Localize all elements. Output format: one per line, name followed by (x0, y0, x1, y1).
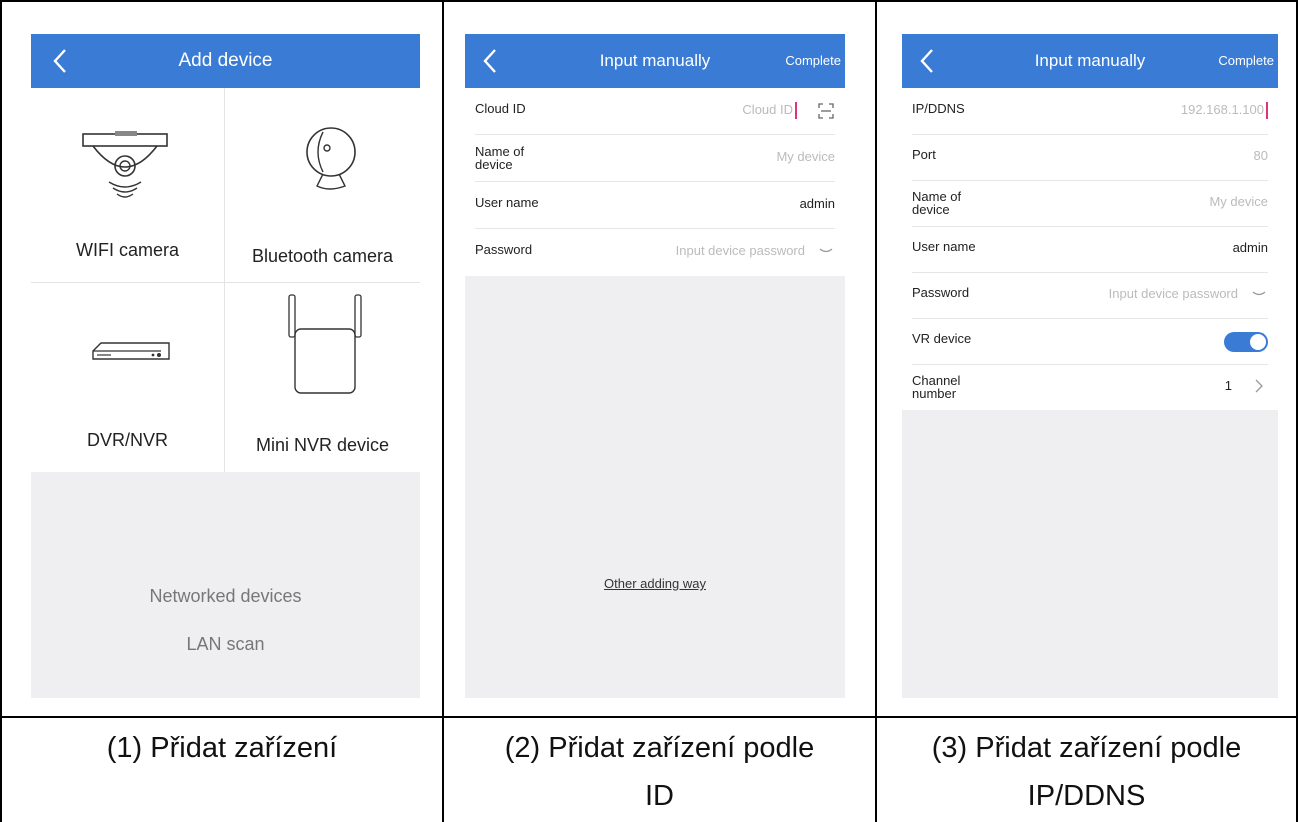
page-title: Add device (178, 50, 273, 71)
device-type-grid: WIFI camera Bluetooth camera DVR/NVR Min… (31, 88, 420, 472)
wifi-camera-icon (82, 131, 168, 198)
chevron-right-icon (1255, 379, 1263, 393)
row-vr-device: VR device (912, 318, 1268, 365)
grid-border-top (0, 0, 1298, 2)
row-channel-number[interactable]: Channel number 1 (912, 364, 1268, 411)
tile-dvr-nvr[interactable]: DVR/NVR (31, 283, 224, 472)
bluetooth-camera-icon (306, 127, 356, 190)
caption-3: (3) Přidat zařízení podle IP/DDNS (877, 724, 1296, 820)
tile-wifi-camera[interactable]: WIFI camera (31, 88, 224, 282)
complete-button[interactable]: Complete (1218, 34, 1274, 88)
field-label: Name of device (475, 144, 525, 172)
device-name-input[interactable]: My device (776, 149, 835, 165)
device-form: Cloud ID Cloud ID Name of device My devi… (465, 88, 845, 276)
row-user-name: User name admin (475, 182, 835, 229)
mini-nvr-icon (288, 294, 362, 394)
field-label: User name (475, 195, 539, 210)
tile-label-mini-nvr: Mini NVR device (255, 435, 390, 455)
other-adding-way-link[interactable]: Other adding way (465, 576, 845, 591)
row-password: Password Input device password (475, 229, 835, 276)
eye-closed-icon[interactable] (819, 247, 833, 255)
field-label: Port (912, 147, 936, 162)
text-caret (1266, 102, 1268, 120)
nav-bar: Input manually Complete (902, 34, 1278, 88)
field-label: VR device (912, 331, 972, 346)
row-device-name: Name of device My device (912, 180, 1268, 227)
grid-divider-2 (875, 0, 877, 822)
device-form: IP/DDNS 192.168.1.100 Port 80 Name of de… (902, 88, 1278, 410)
caption-2-line1: (2) Přidat zařízení podle (504, 732, 815, 764)
field-label: Password (475, 242, 533, 257)
placeholder: Cloud ID (742, 102, 793, 117)
password-input[interactable]: Input device password (1109, 286, 1238, 302)
grid-divider-1 (442, 0, 444, 822)
lan-scan-link[interactable]: LAN scan (31, 634, 420, 655)
row-cloud-id: Cloud ID Cloud ID (475, 88, 835, 135)
channel-number-value: 1 (1224, 378, 1232, 393)
eye-closed-icon[interactable] (1252, 290, 1266, 298)
toggle-knob (1250, 334, 1266, 350)
dvr-nvr-icon (92, 342, 170, 360)
nav-bar: Add device (31, 34, 420, 88)
row-device-name: Name of device My device (475, 135, 835, 182)
tile-mini-nvr[interactable]: Mini NVR device (225, 283, 420, 472)
tile-label-wifi-camera: WIFI camera (75, 240, 179, 260)
complete-button[interactable]: Complete (785, 34, 841, 88)
input-manually-ip-screen: Input manually Complete IP/DDNS 192.168.… (902, 34, 1278, 698)
user-name-input[interactable]: admin (800, 196, 835, 212)
field-label: Password (912, 285, 970, 300)
cloud-id-input[interactable]: Cloud ID (742, 102, 797, 120)
networked-devices-link[interactable]: Networked devices (31, 586, 420, 607)
tile-label-dvr-nvr: DVR/NVR (86, 430, 168, 450)
grid-border-left (0, 0, 2, 822)
field-label: IP/DDNS (912, 101, 965, 116)
ip-ddns-input[interactable]: 192.168.1.100 (1180, 102, 1268, 120)
port-input[interactable]: 80 (1254, 148, 1268, 164)
row-password: Password Input device password (912, 272, 1268, 319)
password-input[interactable]: Input device password (676, 243, 805, 259)
caption-3-line1: (3) Přidat zařízení podle (931, 732, 1242, 764)
caption-1: (1) Přidat zařízení (106, 732, 338, 764)
tile-label-bluetooth-camera: Bluetooth camera (251, 246, 394, 266)
field-label: Cloud ID (475, 101, 526, 116)
grid-row-divider (0, 716, 1298, 718)
row-ip-ddns: IP/DDNS 192.168.1.100 (912, 88, 1268, 135)
field-label: User name (912, 239, 976, 254)
row-port: Port 80 (912, 134, 1268, 181)
scan-icon[interactable] (817, 102, 835, 120)
caption-2: (2) Přidat zařízení podle ID (444, 724, 875, 820)
row-user-name: User name admin (912, 226, 1268, 273)
nav-bar: Input manually Complete (465, 34, 845, 88)
caption-3-line2: IP/DDNS (1027, 780, 1146, 812)
field-label: Channel number (912, 373, 961, 401)
device-name-input[interactable]: My device (1209, 194, 1268, 210)
user-name-input[interactable]: admin (1233, 240, 1268, 256)
vr-device-toggle[interactable] (1224, 332, 1268, 352)
input-manually-id-screen: Input manually Complete Cloud ID Cloud I… (465, 34, 845, 698)
text-caret (795, 102, 797, 120)
placeholder: 192.168.1.100 (1180, 102, 1264, 117)
tile-bluetooth-camera[interactable]: Bluetooth camera (225, 88, 420, 282)
caption-2-line2: ID (645, 780, 674, 812)
field-label: Name of device (912, 189, 962, 217)
add-device-screen: Add device WIFI camera Bluetooth camera … (31, 34, 420, 698)
